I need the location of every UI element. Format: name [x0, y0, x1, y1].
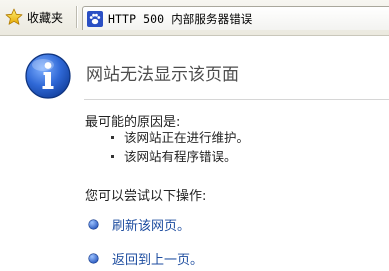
tab-http-500[interactable]: HTTP 500 内部服务器错误 [82, 6, 389, 30]
toolbar-separator [76, 6, 77, 28]
reason-list: 该网站正在进行维护。 该网站有程序错误。 [111, 128, 249, 166]
favorites-toolbar: 收藏夹 HTTP 500 内部服务器错误 [0, 0, 389, 36]
reason-item: 该网站有程序错误。 [111, 147, 249, 166]
bullet-dot [111, 155, 114, 158]
tab-title: HTTP 500 内部服务器错误 [108, 11, 253, 26]
info-icon [25, 53, 71, 99]
browser-window: 收藏夹 HTTP 500 内部服务器错误 网站无法显示该页面 最可能的原因是: … [0, 0, 389, 271]
favorites-label: 收藏夹 [27, 10, 64, 25]
refresh-page-link[interactable]: 刷新该网页。 [88, 214, 190, 234]
star-icon [4, 7, 24, 27]
reason-text: 该网站正在进行维护。 [124, 130, 250, 145]
page-title: 网站无法显示该页面 [86, 65, 239, 85]
title-divider [84, 99, 389, 100]
blue-bullet-icon [88, 218, 99, 230]
refresh-page-text[interactable]: 刷新该网页。 [112, 215, 190, 234]
reason-text: 该网站有程序错误。 [124, 149, 237, 164]
blue-bullet-icon [88, 252, 99, 264]
go-back-text[interactable]: 返回到上一页。 [112, 249, 203, 268]
try-heading: 您可以尝试以下操作: [85, 189, 207, 204]
reason-item: 该网站正在进行维护。 [111, 128, 249, 147]
paw-icon [87, 10, 103, 27]
bullet-dot [111, 136, 114, 139]
go-back-link[interactable]: 返回到上一页。 [88, 248, 203, 268]
favorites-button[interactable]: 收藏夹 [4, 6, 63, 28]
